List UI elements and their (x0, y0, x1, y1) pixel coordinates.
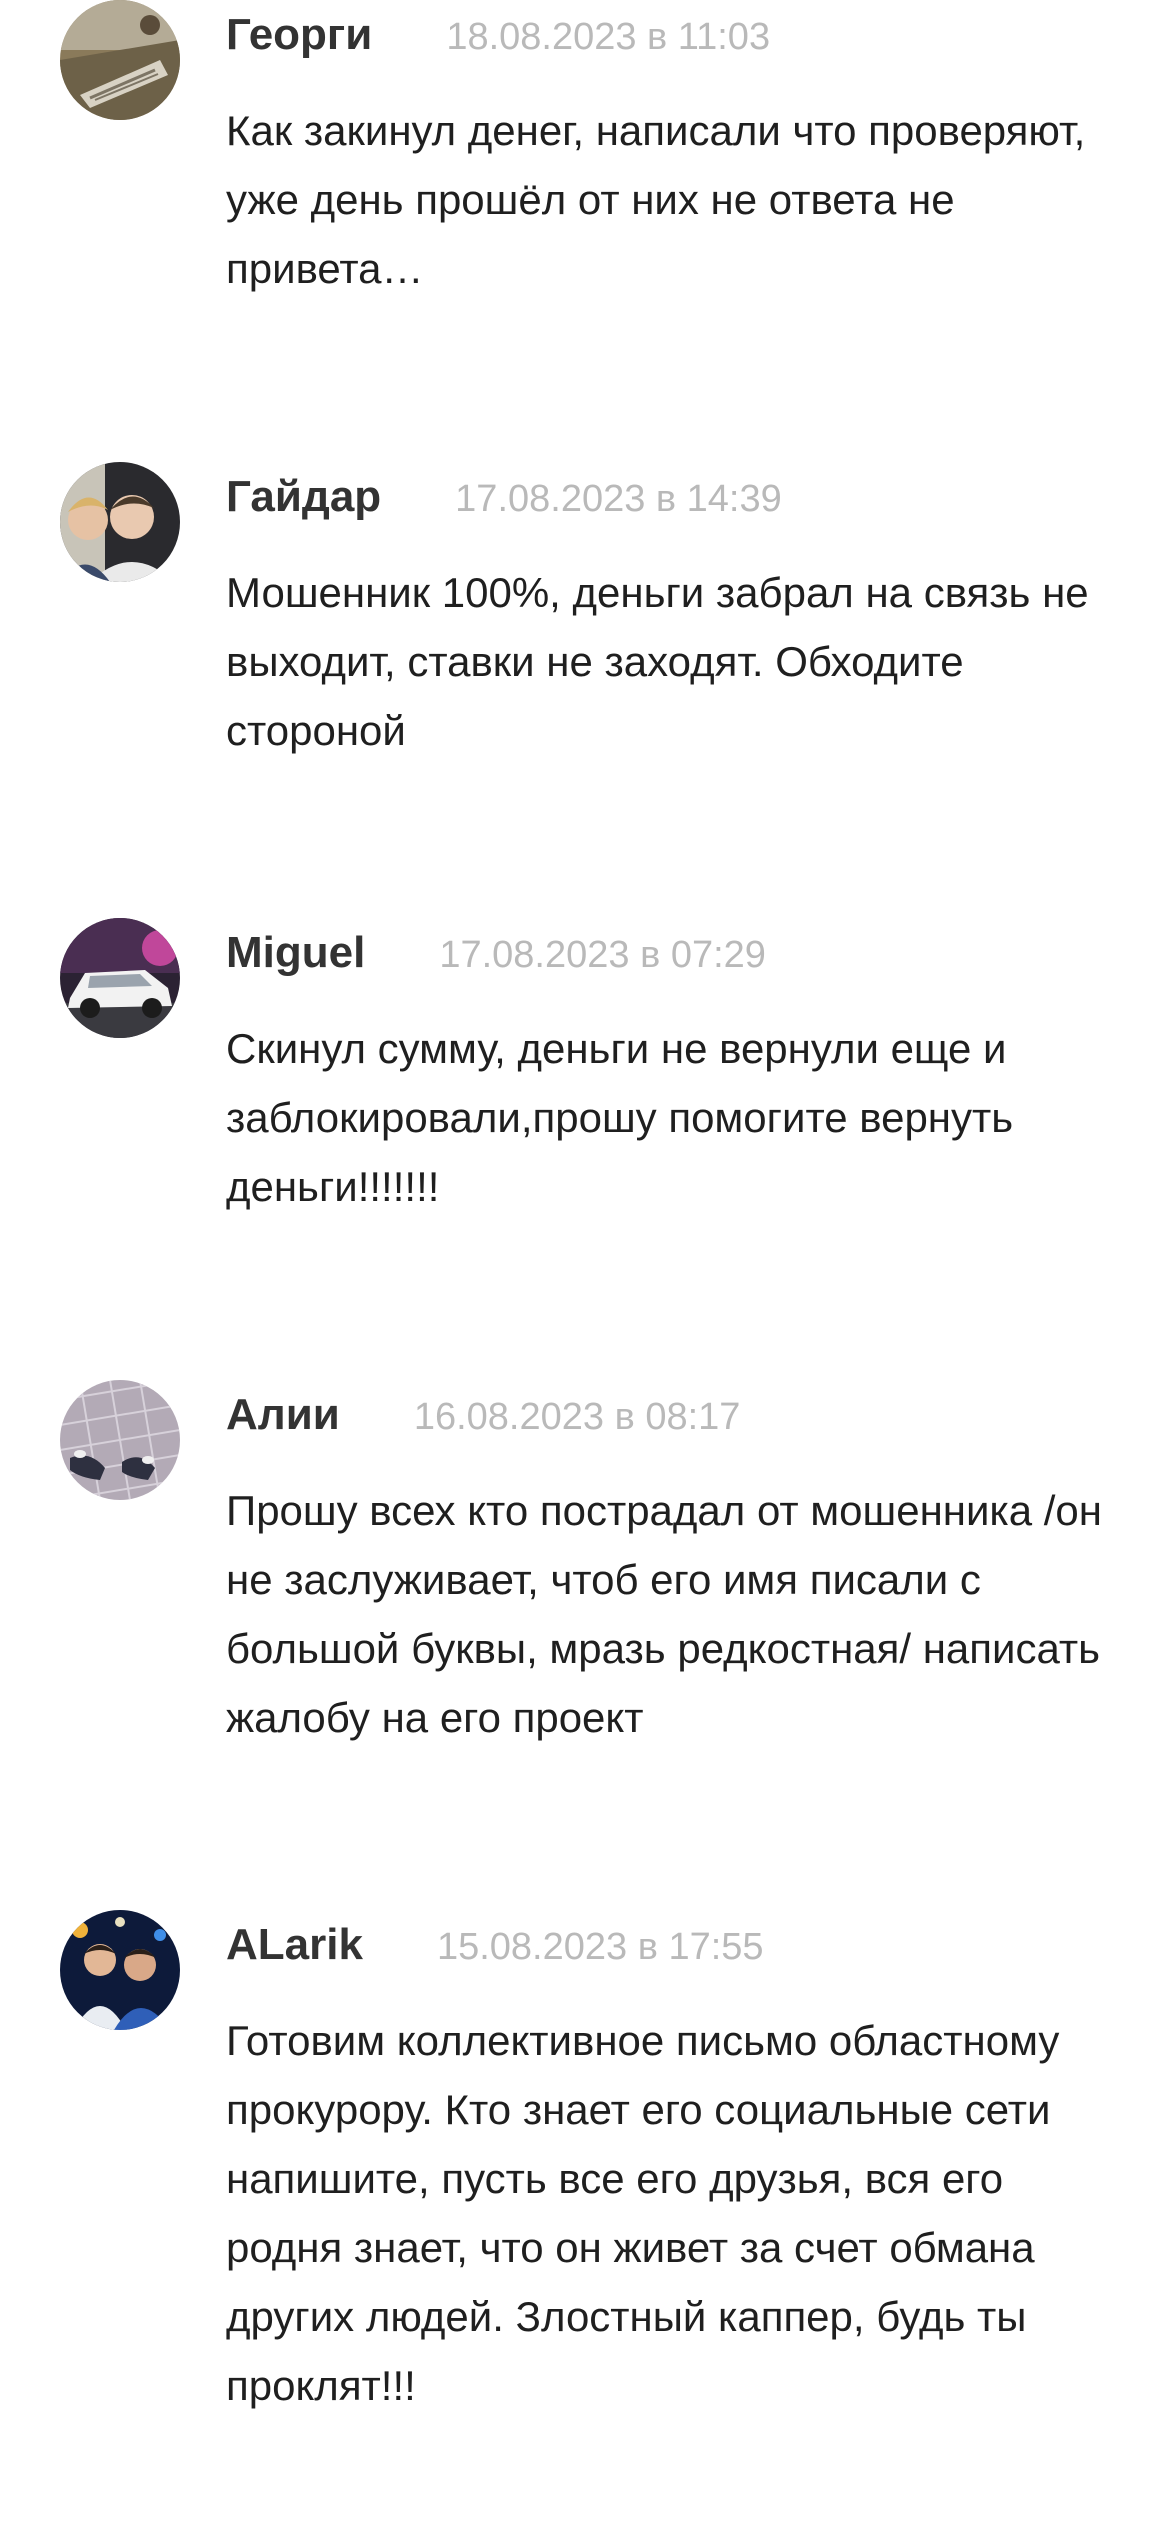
avatar-photo-icon (60, 1380, 180, 1500)
comment-date[interactable]: 16.08.2023 в 08:17 (414, 1382, 741, 1452)
comment-meta: Miguel 17.08.2023 в 07:29 (226, 918, 766, 990)
avatar[interactable] (60, 1910, 180, 2030)
comment-author[interactable]: Алии (226, 1380, 340, 1450)
avatar-photo-icon (60, 918, 180, 1038)
avatar-photo-icon (60, 1910, 180, 2030)
comment-author[interactable]: Георги (226, 0, 372, 70)
comment-date[interactable]: 15.08.2023 в 17:55 (437, 1912, 764, 1982)
comment-meta: Георги 18.08.2023 в 11:03 (226, 0, 770, 72)
avatar-photo-icon (60, 462, 180, 582)
avatar[interactable] (60, 1380, 180, 1500)
comment-meta: ALarik 15.08.2023 в 17:55 (226, 1910, 764, 1982)
comment-text: Скинул сумму, деньги не вернули еще и за… (226, 1025, 1014, 1210)
comment-meta: Алии 16.08.2023 в 08:17 (226, 1380, 740, 1452)
comment-text: Готовим коллективное письмо областному п… (226, 2017, 1060, 2409)
comment-meta: Гайдар 17.08.2023 в 14:39 (226, 462, 782, 534)
comment-date[interactable]: 17.08.2023 в 14:39 (455, 464, 782, 534)
comment-author[interactable]: ALarik (226, 1910, 363, 1980)
comment-text: Мошенник 100%, деньги забрал на связь не… (226, 569, 1089, 754)
avatar[interactable] (60, 462, 180, 582)
avatar-photo-icon (60, 0, 180, 120)
comment-text: Как закинул денег, написали что проверяю… (226, 107, 1086, 292)
comment-date[interactable]: 17.08.2023 в 07:29 (439, 920, 766, 990)
comment-author[interactable]: Гайдар (226, 462, 381, 532)
comment-author[interactable]: Miguel (226, 918, 365, 988)
comment-text: Прошу всех кто пострадал от мошенника /о… (226, 1487, 1102, 1741)
avatar[interactable] (60, 0, 180, 120)
comment-date[interactable]: 18.08.2023 в 11:03 (446, 2, 770, 72)
avatar[interactable] (60, 918, 180, 1038)
